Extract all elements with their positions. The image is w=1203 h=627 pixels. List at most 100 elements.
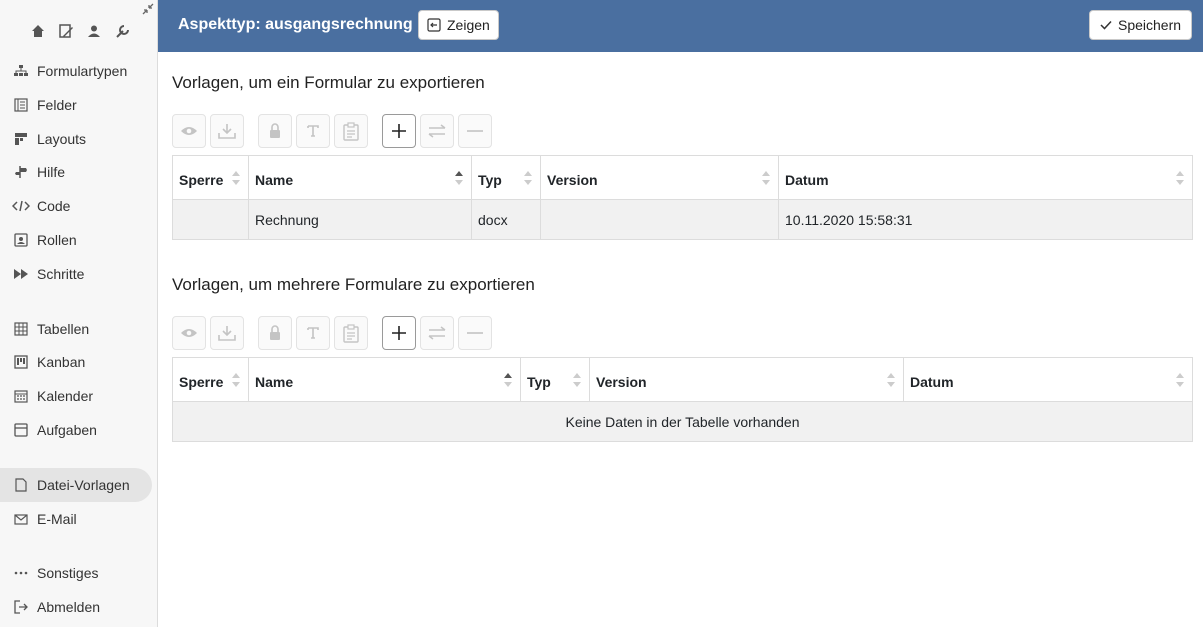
arrow-left-box-icon bbox=[427, 18, 441, 32]
download-button[interactable] bbox=[210, 316, 244, 350]
sidebar-item-sonstiges[interactable]: Sonstiges bbox=[0, 556, 152, 590]
sidebar-item-label: Sonstiges bbox=[37, 565, 99, 581]
sidebar-item-label: Code bbox=[37, 198, 71, 214]
sidebar-item-label: Schritte bbox=[37, 266, 85, 282]
sort-icon bbox=[762, 170, 770, 185]
col-sperre[interactable]: Sperre bbox=[172, 357, 249, 402]
sidebar-item-label: Tabellen bbox=[37, 321, 90, 337]
check-icon bbox=[1100, 20, 1112, 30]
sidebar-item-formulartypen[interactable]: Formulartypen bbox=[0, 54, 152, 88]
sidebar-item-hilfe[interactable]: Hilfe bbox=[0, 155, 152, 189]
plus-icon bbox=[392, 124, 406, 138]
sort-icon bbox=[887, 372, 895, 387]
sidebar-item-email[interactable]: E-Mail bbox=[0, 502, 152, 536]
list-icon bbox=[12, 97, 30, 113]
sidebar-item-tabellen[interactable]: Tabellen bbox=[0, 312, 152, 346]
cell-typ: docx bbox=[471, 199, 541, 240]
sitemap-icon bbox=[12, 63, 30, 79]
sidebar-item-layouts[interactable]: Layouts bbox=[0, 122, 152, 156]
col-datum[interactable]: Datum bbox=[903, 357, 1193, 402]
rename-button[interactable] bbox=[296, 114, 330, 148]
text-icon bbox=[307, 327, 319, 339]
section-title-single: Vorlagen, um ein Formular zu exportieren bbox=[172, 73, 485, 92]
sidebar-item-kanban[interactable]: Kanban bbox=[0, 345, 152, 379]
task-icon bbox=[12, 422, 30, 438]
aspect-type-dropdown[interactable]: Aspekttyp: ausgangsrechnung bbox=[178, 16, 429, 34]
col-typ-label: Typ bbox=[527, 373, 551, 390]
table-row[interactable]: Rechnung docx 10.11.2020 15:58:31 bbox=[172, 199, 1193, 240]
sidebar-item-felder[interactable]: Felder bbox=[0, 88, 152, 122]
sidebar-item-label: Datei-Vorlagen bbox=[37, 477, 130, 493]
sidebar-item-schritte[interactable]: Schritte bbox=[0, 257, 152, 291]
cell-version bbox=[540, 199, 779, 240]
copy-button[interactable] bbox=[334, 114, 368, 148]
download-button[interactable] bbox=[210, 114, 244, 148]
templates-multiple-table: Sperre Name Typ Version Datum Keine Date… bbox=[172, 357, 1193, 442]
edit-doc-icon[interactable] bbox=[56, 22, 76, 40]
sidebar-item-kalender[interactable]: Kalender bbox=[0, 379, 152, 413]
add-template-button[interactable] bbox=[382, 114, 416, 148]
remove-button[interactable] bbox=[458, 316, 492, 350]
preview-button[interactable] bbox=[172, 114, 206, 148]
col-version-label: Version bbox=[547, 171, 598, 188]
toolbar-single bbox=[172, 114, 496, 148]
col-name-label: Name bbox=[255, 171, 294, 188]
file-icon bbox=[12, 477, 30, 493]
calendar-icon bbox=[12, 388, 30, 404]
lock-icon bbox=[270, 325, 280, 340]
table-icon bbox=[12, 321, 30, 337]
add-template-button[interactable] bbox=[382, 316, 416, 350]
rename-button[interactable] bbox=[296, 316, 330, 350]
user-icon[interactable] bbox=[84, 22, 104, 40]
remove-button[interactable] bbox=[458, 114, 492, 148]
col-name[interactable]: Name bbox=[248, 155, 472, 200]
collapse-icon[interactable] bbox=[141, 2, 155, 16]
save-button[interactable]: Speichern bbox=[1089, 10, 1193, 40]
person-badge-icon bbox=[12, 232, 30, 248]
lock-button[interactable] bbox=[258, 114, 292, 148]
sort-icon bbox=[1176, 372, 1184, 387]
copy-button[interactable] bbox=[334, 316, 368, 350]
empty-message: Keine Daten in der Tabelle vorhanden bbox=[172, 401, 1193, 442]
sidebar-item-label: Rollen bbox=[37, 232, 77, 248]
replace-button[interactable] bbox=[420, 114, 454, 148]
show-button[interactable]: Zeigen bbox=[418, 10, 499, 40]
col-sperre-label: Sperre bbox=[179, 373, 224, 390]
col-datum-label: Datum bbox=[785, 171, 829, 188]
replace-button[interactable] bbox=[420, 316, 454, 350]
home-icon[interactable] bbox=[28, 22, 48, 40]
sort-asc-icon bbox=[455, 170, 463, 185]
wrench-icon[interactable] bbox=[112, 22, 132, 40]
sort-icon bbox=[524, 170, 532, 185]
cell-name: Rechnung bbox=[248, 199, 472, 240]
col-name[interactable]: Name bbox=[248, 357, 521, 402]
col-version[interactable]: Version bbox=[540, 155, 779, 200]
sidebar-item-label: Kanban bbox=[37, 354, 86, 370]
sidebar-item-label: Felder bbox=[37, 97, 77, 113]
col-sperre[interactable]: Sperre bbox=[172, 155, 249, 200]
col-datum[interactable]: Datum bbox=[778, 155, 1193, 200]
sidebar-item-abmelden[interactable]: Abmelden bbox=[0, 590, 152, 624]
preview-button[interactable] bbox=[172, 316, 206, 350]
logout-icon bbox=[12, 599, 30, 615]
sort-icon bbox=[1176, 170, 1184, 185]
col-datum-label: Datum bbox=[910, 373, 954, 390]
sidebar-item-code[interactable]: Code bbox=[0, 189, 152, 223]
col-typ[interactable]: Typ bbox=[471, 155, 541, 200]
col-typ-label: Typ bbox=[478, 171, 502, 188]
col-version-label: Version bbox=[596, 373, 647, 390]
lock-button[interactable] bbox=[258, 316, 292, 350]
sidebar-item-aufgaben[interactable]: Aufgaben bbox=[0, 413, 152, 447]
plus-icon bbox=[392, 326, 406, 340]
eye-icon bbox=[181, 127, 197, 135]
sort-asc-icon bbox=[504, 372, 512, 387]
sidebar-item-rollen[interactable]: Rollen bbox=[0, 223, 152, 257]
eye-icon bbox=[181, 329, 197, 337]
envelope-icon bbox=[12, 511, 30, 527]
sidebar-item-datei-vorlagen[interactable]: Datei-Vorlagen bbox=[0, 468, 152, 502]
signpost-icon bbox=[12, 164, 30, 180]
sort-icon bbox=[573, 372, 581, 387]
col-typ[interactable]: Typ bbox=[520, 357, 590, 402]
show-button-label: Zeigen bbox=[447, 17, 490, 33]
col-version[interactable]: Version bbox=[589, 357, 904, 402]
